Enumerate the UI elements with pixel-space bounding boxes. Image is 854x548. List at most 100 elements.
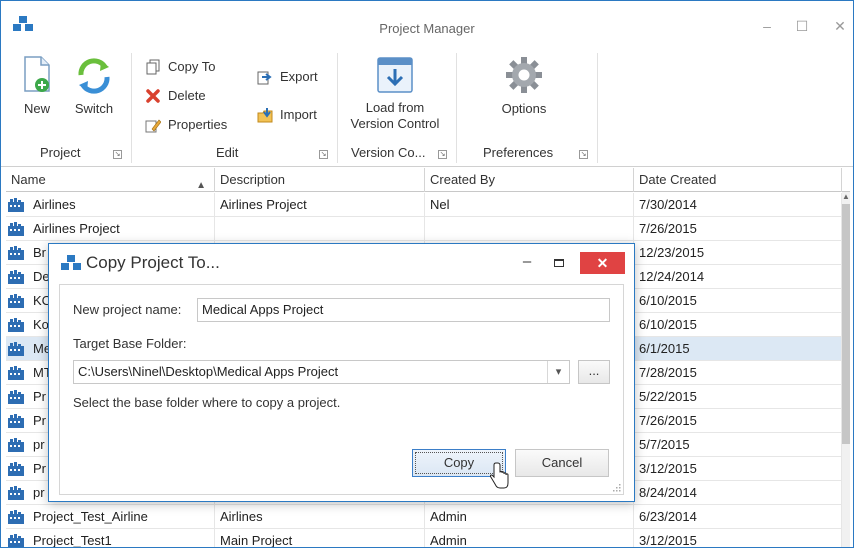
export-button[interactable]: Export (257, 67, 329, 87)
cell-description: Airlines Project (215, 193, 425, 217)
maximize-icon (554, 259, 564, 267)
cell-date: 7/30/2014 (634, 193, 842, 217)
target-folder-value: C:\Users\Ninel\Desktop\Medical Apps Proj… (78, 364, 339, 379)
delete-button[interactable]: Delete (145, 86, 225, 106)
group-separator (597, 53, 598, 163)
dialog-logo-icon (61, 255, 81, 270)
column-header-description[interactable]: Description (215, 168, 425, 192)
project-group-label: Project (40, 145, 81, 160)
export-label: Export (280, 69, 318, 84)
cell-name: Airlines (6, 193, 215, 217)
edit-group-launcher[interactable]: ↘ (319, 150, 328, 159)
edit-group-label: Edit (216, 145, 239, 160)
group-separator (456, 53, 457, 163)
load-label-line1: Load from (365, 100, 425, 115)
delete-icon (146, 89, 160, 103)
import-icon (257, 108, 273, 123)
close-button[interactable]: ✕ (829, 17, 851, 35)
cell-date: 7/28/2015 (634, 361, 842, 385)
cell-date: 6/10/2015 (634, 289, 842, 313)
copy-to-label: Copy To (168, 59, 216, 74)
cell-description: Airlines (215, 505, 425, 529)
column-header-date-created[interactable]: Date Created (634, 168, 842, 192)
cell-date: 12/24/2014 (634, 265, 842, 289)
options-button[interactable]: Options (489, 55, 559, 117)
cell-description (215, 217, 425, 241)
new-label: New (23, 101, 50, 116)
cell-date: 7/26/2015 (634, 217, 842, 241)
import-button[interactable]: Import (257, 105, 329, 125)
cell-date: 6/10/2015 (634, 313, 842, 337)
cell-date: 5/7/2015 (634, 433, 842, 457)
project-manager-window: Project Manager – ☐ ✕ New Switch Project… (0, 0, 854, 548)
options-label: Options (501, 101, 547, 116)
load-from-version-control-button[interactable]: Load from Version Control (346, 55, 444, 132)
column-header-created-by[interactable]: Created By (425, 168, 634, 192)
cell-date: 5/22/2015 (634, 385, 842, 409)
cell-created-by: Nel (425, 193, 634, 217)
dialog-maximize-button[interactable] (549, 254, 569, 272)
switch-label: Switch (74, 101, 114, 116)
cell-date: 6/1/2015 (634, 337, 842, 361)
cell-name: Project_Test1 (6, 529, 215, 547)
vertical-scrollbar[interactable]: ▲ (842, 192, 850, 547)
version-control-group-launcher[interactable]: ↘ (438, 150, 447, 159)
properties-label: Properties (168, 117, 228, 132)
scroll-up-icon[interactable]: ▲ (842, 192, 850, 202)
scrollbar-thumb[interactable] (842, 204, 850, 444)
version-control-group-label: Version Co... (351, 145, 426, 160)
new-project-icon (24, 56, 50, 92)
column-header-name[interactable]: Name ▲ (6, 168, 215, 192)
target-folder-combo[interactable]: C:\Users\Ninel\Desktop\Medical Apps Proj… (73, 360, 570, 384)
table-row[interactable]: Airlines Airlines Project Nel 7/30/2014 (6, 193, 844, 217)
browse-button[interactable]: ... (578, 360, 610, 384)
cell-name: Airlines Project (6, 217, 215, 241)
resize-grip-icon[interactable] (611, 482, 621, 492)
gear-icon (506, 57, 542, 93)
dialog-title: Copy Project To... (86, 253, 220, 272)
export-icon (257, 71, 272, 85)
table-row[interactable]: Project_Test1 Main Project Admin 3/12/2015 (6, 529, 844, 547)
cancel-button[interactable]: Cancel (515, 449, 609, 477)
cell-date: 6/23/2014 (634, 505, 842, 529)
project-name-label: New project name: (73, 302, 182, 317)
copy-to-button[interactable]: Copy To (145, 57, 225, 77)
table-row[interactable]: Airlines Project 7/26/2015 (6, 217, 844, 241)
copy-project-dialog: Copy Project To... – ✕ New project name:… (48, 243, 635, 502)
group-separator (337, 53, 338, 163)
delete-label: Delete (168, 88, 206, 103)
cell-created-by: Admin (425, 505, 634, 529)
table-row[interactable]: Project_Test_Airline Airlines Admin 6/23/20… (6, 505, 844, 529)
project-group-launcher[interactable]: ↘ (113, 150, 122, 159)
properties-button[interactable]: Properties (145, 115, 237, 135)
column-name-label: Name (11, 172, 46, 187)
title-bar: Project Manager – ☐ ✕ (1, 1, 853, 45)
preferences-group-launcher[interactable]: ↘ (579, 150, 588, 159)
maximize-button[interactable]: ☐ (791, 17, 813, 35)
switch-icon (78, 58, 110, 94)
cell-date: 3/12/2015 (634, 457, 842, 481)
cell-created-by (425, 217, 634, 241)
cell-description: Main Project (215, 529, 425, 547)
group-separator (131, 53, 132, 163)
cell-date: 7/26/2015 (634, 409, 842, 433)
target-folder-label: Target Base Folder: (73, 336, 187, 351)
dialog-body: New project name: Medical Apps Project T… (59, 284, 624, 495)
load-label-line2: Version Control (350, 116, 440, 131)
import-label: Import (280, 107, 317, 122)
window-title: Project Manager (379, 21, 475, 36)
chevron-down-icon[interactable]: ▾ (547, 361, 569, 383)
dialog-minimize-button[interactable]: – (517, 254, 537, 272)
cell-date: 8/24/2014 (634, 481, 842, 505)
cell-date: 12/23/2015 (634, 241, 842, 265)
switch-button[interactable]: Switch (69, 55, 119, 117)
minimize-button[interactable]: – (756, 17, 778, 35)
hint-text: Select the base folder where to copy a p… (73, 395, 341, 410)
cell-created-by: Admin (425, 529, 634, 547)
ribbon: New Switch Project ↘ Copy To Delete Prop… (1, 45, 853, 167)
copy-icon (146, 59, 160, 75)
dialog-close-button[interactable]: ✕ (580, 252, 625, 274)
project-name-input[interactable]: Medical Apps Project (197, 298, 610, 322)
new-button[interactable]: New (15, 55, 59, 117)
mouse-cursor-icon (490, 462, 509, 489)
